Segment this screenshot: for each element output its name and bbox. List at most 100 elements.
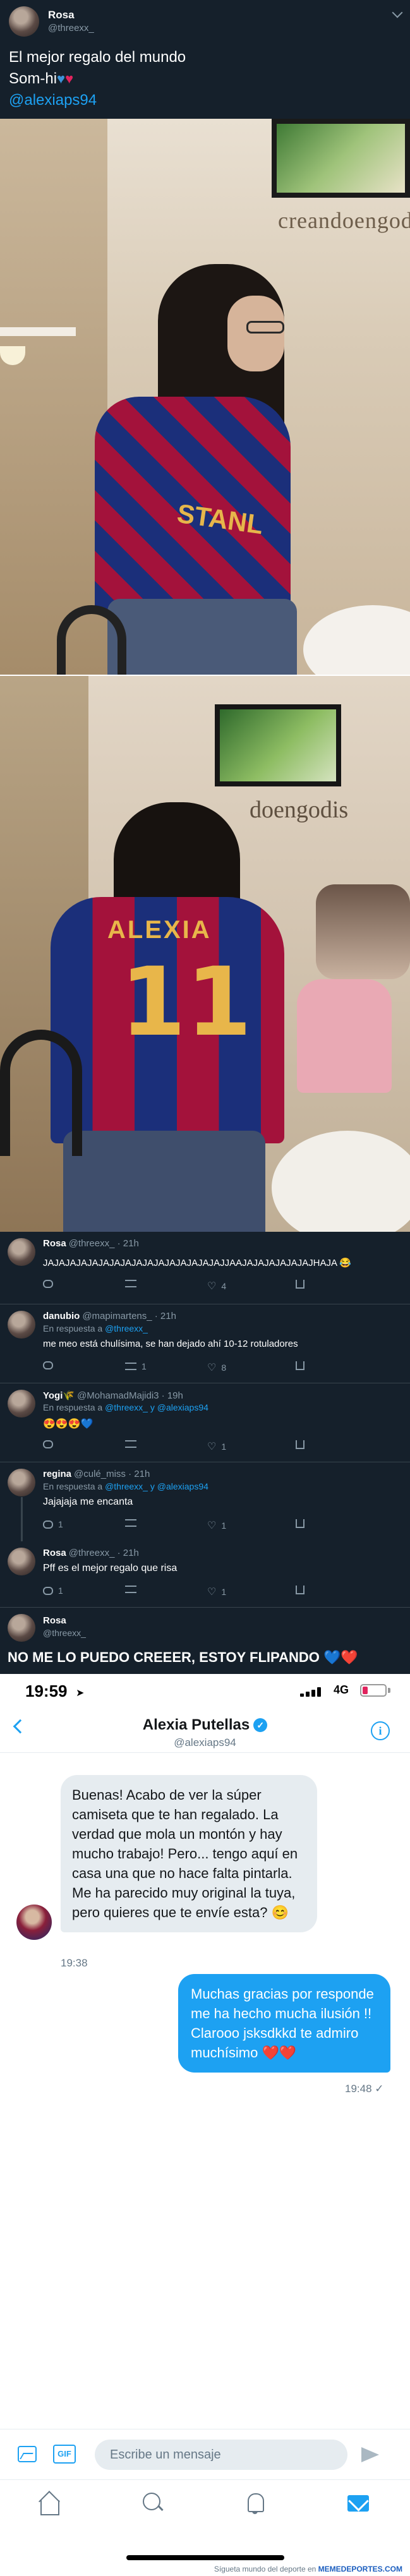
reply-item[interactable]: Yogi🌾 @MohamadMajidi3 · 19h En respuesta … — [0, 1383, 410, 1462]
dm-screen: 19:59 ➤ 4G Alexia Putellas ✓ @alexiaps94 … — [0, 1674, 410, 2576]
retweet-action[interactable] — [125, 1586, 142, 1593]
avatar[interactable] — [8, 1614, 35, 1642]
like-count: 8 — [221, 1363, 227, 1373]
reply-action[interactable] — [43, 1361, 58, 1369]
home-icon[interactable] — [37, 2491, 62, 2517]
battery-level — [363, 1687, 368, 1694]
mail-icon[interactable] — [346, 2491, 371, 2517]
retweet-count: 1 — [142, 1361, 147, 1371]
reply-item[interactable]: Rosa @threexx_ · 21h JAJAJAJAJAJAJAJAJAJA… — [0, 1232, 410, 1304]
message-composer: GIF Escribe un mensaje — [0, 2429, 410, 2479]
like-action[interactable]: ♡ 1 — [207, 1586, 226, 1598]
reply-author[interactable]: danubio @mapimartens_ · 21h — [43, 1311, 176, 1321]
retweet-icon — [125, 1519, 136, 1527]
reply-author[interactable]: Rosa @threexx_ · 21h — [43, 1548, 139, 1558]
reply-author[interactable]: Rosa @threexx_ · 21h — [43, 1238, 139, 1249]
outgoing-message-time: 19:48 ✓ — [345, 2083, 384, 2095]
tweet-mention-link[interactable]: @alexiaps94 — [9, 90, 401, 111]
photo-shirt-front-text: STANL — [175, 498, 265, 540]
red-heart-icon: ♥ — [65, 71, 74, 87]
reply-author[interactable]: Yogi🌾 @MohamadMajidi3 · 19h — [43, 1390, 183, 1401]
retweet-action[interactable] — [125, 1519, 142, 1527]
like-action[interactable]: ♡ 1 — [207, 1440, 226, 1453]
network-type: 4G — [334, 1683, 349, 1696]
share-action[interactable] — [296, 1440, 304, 1449]
like-action[interactable]: ♡ 1 — [207, 1519, 226, 1532]
reply-item[interactable]: Rosa @threexx_ · 21h Pff es el mejor rega… — [0, 1541, 410, 1608]
retweet-action[interactable] — [125, 1280, 142, 1287]
dm-contact-handle[interactable]: @alexiaps94 — [0, 1736, 410, 1749]
photo2-shirt-number: 11 — [120, 948, 252, 1057]
avatar[interactable] — [8, 1469, 35, 1496]
reply-author[interactable]: regina @culé_miss · 21h — [43, 1469, 150, 1479]
battery-icon — [360, 1684, 387, 1697]
reply-action[interactable] — [43, 1280, 58, 1288]
in-reply-to: En respuesta a @threexx_ — [43, 1323, 148, 1333]
message-input[interactable]: Escribe un mensaje — [95, 2440, 347, 2470]
heart-icon: ♡ — [207, 1363, 217, 1373]
reply-icon — [43, 1280, 53, 1288]
chevron-down-icon[interactable] — [392, 7, 403, 18]
retweet-icon — [125, 1280, 136, 1287]
reply-action[interactable] — [43, 1440, 58, 1448]
avatar[interactable] — [8, 1311, 35, 1339]
reply-item-main[interactable]: Rosa @threexx_ NO ME LO PUEDO CREEER, ES… — [0, 1608, 410, 1674]
gif-button[interactable]: GIF — [53, 2445, 76, 2464]
incoming-message-time: 19:38 — [61, 1957, 88, 1969]
share-action[interactable] — [296, 1519, 304, 1528]
share-action[interactable] — [296, 1586, 304, 1594]
like-action[interactable]: ♡ 8 — [207, 1361, 226, 1374]
verified-icon: ✓ — [253, 1718, 268, 1732]
photo-jeans — [107, 599, 297, 675]
avatar[interactable] — [8, 1390, 35, 1417]
retweet-icon — [125, 1586, 136, 1593]
home-indicator[interactable] — [126, 2555, 284, 2560]
reply-author-handle[interactable]: @threexx_ — [43, 1628, 86, 1638]
avatar[interactable] — [8, 1548, 35, 1575]
send-icon[interactable] — [361, 2447, 379, 2462]
tweet-photo-front[interactable]: creandoengodi STANL — [0, 119, 410, 675]
retweet-action[interactable] — [125, 1440, 142, 1448]
share-action[interactable] — [296, 1361, 304, 1370]
outgoing-message[interactable]: Muchas gracias por responde me ha hecho … — [178, 1974, 390, 2073]
photo-person-glasses — [246, 321, 284, 334]
photo2-jeans — [63, 1131, 265, 1232]
reply-author-meta: @MohamadMajidi3 · 19h — [77, 1390, 183, 1401]
photo2-chair — [0, 1030, 82, 1156]
in-reply-mention[interactable]: @threexx_ — [105, 1323, 148, 1333]
like-count: 4 — [221, 1281, 227, 1291]
reply-author-name[interactable]: Rosa — [43, 1615, 66, 1626]
like-action[interactable]: ♡ 4 — [207, 1280, 226, 1292]
info-icon[interactable]: i — [371, 1721, 390, 1740]
photo-shirt-front: STANL — [95, 397, 291, 611]
dm-contact-name-text: Alexia Putellas — [142, 1716, 250, 1733]
tweet-author-name[interactable]: Rosa — [48, 9, 75, 21]
photo2-pink-chair — [297, 979, 392, 1093]
reply-author-meta: @culé_miss · 21h — [74, 1469, 150, 1479]
tweet-photo-back[interactable]: doengodis ALEXIA 11 — [0, 676, 410, 1232]
incoming-message[interactable]: Buenas! Acabo de ver la súper camiseta q… — [61, 1775, 317, 1932]
avatar[interactable] — [9, 6, 39, 37]
retweet-action[interactable]: 1 — [125, 1361, 147, 1371]
reply-actions: ♡ 1 — [43, 1440, 371, 1452]
image-icon[interactable] — [18, 2446, 37, 2462]
tweet-author-handle[interactable]: @threexx_ — [48, 23, 94, 33]
reply-text: 😍😍😍💙 — [43, 1419, 93, 1429]
reply-item[interactable]: danubio @mapimartens_ · 21h En respuesta … — [0, 1304, 410, 1383]
bell-icon[interactable] — [243, 2491, 268, 2517]
dm-contact-name[interactable]: Alexia Putellas ✓ — [0, 1716, 410, 1734]
in-reply-mention[interactable]: @threexx_ y @alexiaps94 — [105, 1402, 208, 1412]
reply-icon — [43, 1520, 53, 1529]
reply-item[interactable]: regina @culé_miss · 21h En respuesta a @t… — [0, 1462, 410, 1541]
reply-action[interactable]: 1 — [43, 1519, 63, 1529]
in-reply-prefix: En respuesta a — [43, 1481, 103, 1491]
share-icon — [296, 1361, 304, 1370]
avatar[interactable] — [16, 1905, 52, 1940]
watermark-prefix: Sígueta mundo del deporte en — [214, 2565, 317, 2573]
reply-action[interactable]: 1 — [43, 1586, 63, 1596]
search-icon[interactable] — [140, 2491, 166, 2517]
in-reply-mention[interactable]: @threexx_ y @alexiaps94 — [105, 1481, 208, 1491]
retweet-icon — [125, 1363, 136, 1370]
share-action[interactable] — [296, 1280, 304, 1289]
avatar[interactable] — [8, 1238, 35, 1266]
